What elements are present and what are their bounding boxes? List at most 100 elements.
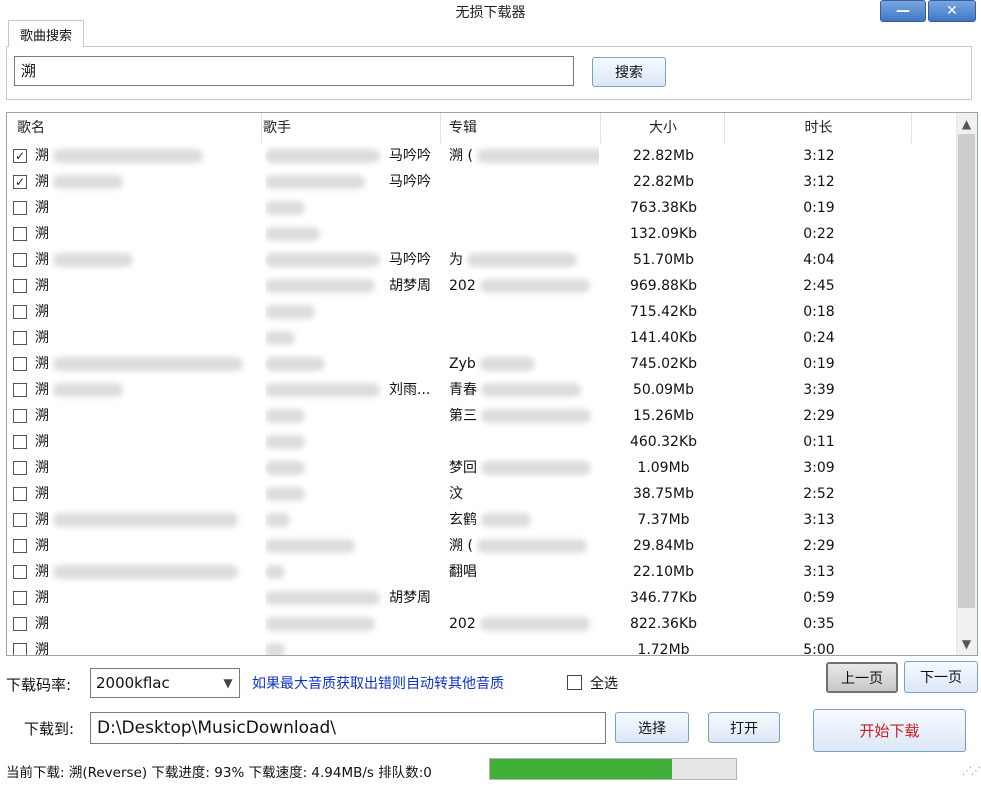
file-size: 141.40Kb <box>629 330 698 346</box>
song-name: 溯 <box>35 642 49 656</box>
album-name: 梦回 <box>449 460 477 476</box>
progress-fill <box>490 759 673 779</box>
song-name: 溯 <box>35 148 49 164</box>
song-name: 溯 <box>35 304 49 320</box>
row-checkbox[interactable] <box>13 435 27 449</box>
minimize-button[interactable]: — <box>880 0 926 22</box>
resize-grip-icon[interactable]: ⋰⋰ <box>962 766 981 777</box>
blurred-text <box>479 357 535 371</box>
album-name: 第三 <box>449 408 477 424</box>
singer-name: 刘雨... <box>389 382 431 398</box>
row-checkbox[interactable]: ✓ <box>13 149 27 163</box>
prev-page-button[interactable]: 上一页 <box>826 662 898 693</box>
table-row[interactable]: 溯 763.38Kb 0:19 <box>7 195 957 221</box>
table-row[interactable]: 溯 202 822.36Kb 0:35 <box>7 611 957 637</box>
row-checkbox[interactable] <box>13 409 27 423</box>
column-header-name[interactable]: 歌名 <box>17 113 262 143</box>
file-size: 15.26Mb <box>632 408 695 424</box>
song-name: 溯 <box>35 460 49 476</box>
next-page-button[interactable]: 下一页 <box>904 661 978 693</box>
blurred-text <box>265 435 305 449</box>
path-label: 下载到: <box>24 720 75 738</box>
row-checkbox[interactable] <box>13 461 27 475</box>
table-row[interactable]: 溯 715.42Kb 0:18 <box>7 299 957 325</box>
row-checkbox[interactable] <box>13 591 27 605</box>
select-all-checkbox[interactable] <box>567 675 582 690</box>
row-checkbox[interactable] <box>13 565 27 579</box>
row-checkbox[interactable] <box>13 643 27 655</box>
table-row[interactable]: 溯 胡梦周 202 969.88Kb 2:45 <box>7 273 957 299</box>
file-size: 22.82Mb <box>632 174 695 190</box>
row-checkbox[interactable] <box>13 201 27 215</box>
table-row[interactable]: 溯 玄鹤 7.37Mb 3:13 <box>7 507 957 533</box>
album-name: Zyb <box>449 356 476 372</box>
file-size: 22.82Mb <box>632 148 695 164</box>
download-path-input[interactable]: D:\Desktop\MusicDownload\ <box>90 712 606 744</box>
table-row[interactable]: ✓ 溯 马吟吟 溯 (22.82Mb 3:12 <box>7 143 957 169</box>
row-checkbox[interactable] <box>13 357 27 371</box>
search-button[interactable]: 搜索 <box>592 57 666 87</box>
column-header-singer[interactable]: 歌手 <box>263 113 441 143</box>
row-checkbox[interactable] <box>13 305 27 319</box>
table-row[interactable]: 溯 翻唱 22.10Mb 3:13 <box>7 559 957 585</box>
select-all-label[interactable]: 全选 <box>590 673 618 693</box>
row-checkbox[interactable] <box>13 227 27 241</box>
table-row[interactable]: 溯 刘雨... 青春 50.09Mb 3:39 <box>7 377 957 403</box>
scroll-down-icon[interactable]: ▼ <box>956 634 977 654</box>
table-row[interactable]: 溯 132.09Kb 0:22 <box>7 221 957 247</box>
duration: 0:24 <box>803 330 835 346</box>
row-checkbox[interactable] <box>13 279 27 293</box>
blurred-text <box>479 279 590 293</box>
duration: 3:12 <box>803 148 835 164</box>
column-header-size[interactable]: 大小 <box>602 113 725 143</box>
blurred-text <box>481 409 591 423</box>
row-checkbox[interactable]: ✓ <box>13 175 27 189</box>
blurred-text <box>476 539 587 553</box>
quality-hint-link[interactable]: 如果最大音质获取出错则自动转其他音质 <box>252 673 504 693</box>
chevron-down-icon[interactable]: ▼ <box>218 672 238 694</box>
table-row[interactable]: 溯 胡梦周 346.77Kb 0:59 <box>7 585 957 611</box>
row-checkbox[interactable] <box>13 383 27 397</box>
table-row[interactable]: ✓ 溯 马吟吟 22.82Mb 3:12 <box>7 169 957 195</box>
open-folder-button[interactable]: 打开 <box>708 712 780 743</box>
duration: 3:39 <box>803 382 835 398</box>
blurred-text <box>265 357 325 371</box>
row-checkbox[interactable] <box>13 253 27 267</box>
blurred-text <box>265 513 290 527</box>
search-input[interactable]: 溯 <box>14 56 574 86</box>
blurred-text <box>53 383 123 397</box>
row-checkbox[interactable] <box>13 539 27 553</box>
column-header-album[interactable]: 专辑 <box>449 113 601 143</box>
column-header-duration[interactable]: 时长 <box>726 113 912 143</box>
table-row[interactable]: 溯 溯 (29.84Mb 2:29 <box>7 533 957 559</box>
table-row[interactable]: 溯 141.40Kb 0:24 <box>7 325 957 351</box>
blurred-text <box>265 149 380 163</box>
table-row[interactable]: 溯 马吟吟 为 51.70Mb 4:04 <box>7 247 957 273</box>
file-size: 460.32Kb <box>629 434 698 450</box>
song-name: 溯 <box>35 434 49 450</box>
blurred-text <box>476 149 599 163</box>
blurred-text <box>53 253 133 267</box>
blurred-text <box>265 383 380 397</box>
table-row[interactable]: 溯 Zyb 745.02Kb 0:19 <box>7 351 957 377</box>
row-checkbox[interactable] <box>13 617 27 631</box>
row-checkbox[interactable] <box>13 513 27 527</box>
song-name: 溯 <box>35 278 49 294</box>
file-size: 132.09Kb <box>629 226 698 242</box>
table-row[interactable]: 溯 汶 38.75Mb 2:52 <box>7 481 957 507</box>
choose-folder-button[interactable]: 选择 <box>615 712 689 743</box>
close-button[interactable]: ✕ <box>928 0 976 22</box>
blurred-text <box>265 409 305 423</box>
start-download-button[interactable]: 开始下载 <box>813 709 966 752</box>
row-checkbox[interactable] <box>13 487 27 501</box>
tab-song-search[interactable]: 歌曲搜索 <box>8 20 84 47</box>
table-row[interactable]: 溯 460.32Kb 0:11 <box>7 429 957 455</box>
blurred-text <box>53 565 238 579</box>
table-row[interactable]: 溯 第三 15.26Mb 2:29 <box>7 403 957 429</box>
row-checkbox[interactable] <box>13 331 27 345</box>
table-row[interactable]: 溯 1.72Mb 5:00 <box>7 637 957 656</box>
scroll-up-icon[interactable]: ▲ <box>956 114 977 134</box>
blurred-text <box>265 201 305 215</box>
table-row[interactable]: 溯 梦回 1.09Mb 3:09 <box>7 455 957 481</box>
scrollbar-thumb[interactable] <box>958 134 975 608</box>
